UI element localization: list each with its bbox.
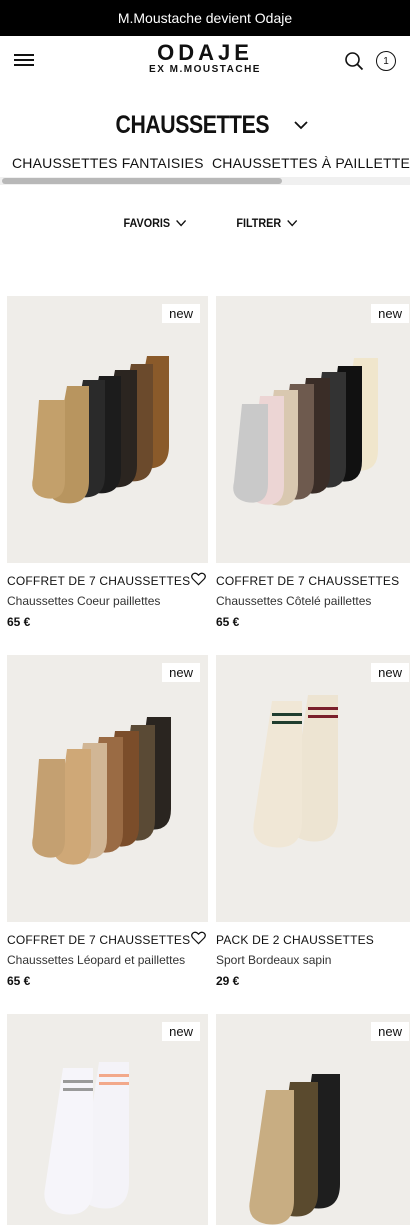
heart-icon[interactable] [191,931,206,945]
new-badge: new [371,1022,409,1041]
product-price: 65 € [7,974,31,988]
product-name-text: PACK DE 2 CHAUSSETTES [216,933,375,947]
product-description: Chaussettes Côtelé paillettes [216,594,372,608]
product-name-text: COFFRET DE 7 CHAUSSETTES [7,933,191,947]
filter-button[interactable]: FILTRER [236,216,297,230]
product-price: 65 € [7,615,31,629]
new-badge: new [162,1022,200,1041]
site-header: ODAJE EX M.MOUSTACHE 1 [0,36,410,84]
product-card[interactable]: new COFFRET DE 7 CHAUSSETTES Chaussettes… [7,296,208,629]
product-description: Sport Bordeaux sapin [216,953,332,967]
subcategory-nav: CHAUSSETTES FANTAISIES CHAUSSETTES À PAI… [0,150,410,186]
cart-count: 1 [383,55,389,67]
product-card[interactable]: new PACK DE 2 CHAUSSETTES Sport Bordeaux… [216,655,410,988]
socks-illustration [249,1074,340,1225]
socks-illustration [253,695,338,848]
product-name[interactable]: PACK DE 2 CHAUSSETTES [216,933,410,947]
product-image[interactable]: new [216,296,410,563]
new-badge: new [162,304,200,323]
chevron-down-icon [287,219,297,227]
new-badge: new [371,304,409,323]
product-card[interactable]: new [216,1014,410,1225]
product-description: Chaussettes Léopard et paillettes [7,953,186,967]
search-icon[interactable] [344,51,364,71]
new-badge: new [162,663,200,682]
subcategory-scrollbar[interactable] [0,177,410,185]
sort-button[interactable]: FAVORIS [123,216,186,230]
product-name-text: COFFRET DE 7 CHAUSSETTES [7,574,191,588]
product-card[interactable]: new [7,1014,208,1225]
announcement-banner: M.Moustache devient Odaje [0,0,410,36]
socks-illustration [32,717,171,865]
product-name-text: COFFRET DE 7 CHAUSSETTES [216,574,400,588]
product-image[interactable]: new [216,655,410,922]
product-price: 65 € [216,615,240,629]
product-card[interactable]: new COFFRET DE 7 CHAUSSETTES Chaussettes… [216,296,410,629]
filter-label: FILTRER [236,216,282,230]
product-card[interactable]: new COFFRET DE 7 CHAUSSETTES Chaussettes… [7,655,208,988]
product-name[interactable]: COFFRET DE 7 CHAUSSETTES [7,572,208,588]
chevron-down-icon [175,219,186,227]
product-image[interactable]: new [7,296,208,563]
page-title: CHAUSSETTES [115,110,269,139]
scrollbar-thumb[interactable] [2,178,282,184]
subcategory-paillettes[interactable]: CHAUSSETTES À PAILLETTES [212,155,410,171]
product-name[interactable]: COFFRET DE 7 CHAUSSETTES [216,574,410,588]
heart-icon[interactable] [191,572,206,586]
socks-illustration [44,1062,129,1215]
product-image[interactable]: new [7,1014,208,1225]
sort-label: FAVORIS [123,216,171,230]
chevron-down-icon [294,121,308,130]
product-image[interactable]: new [216,1014,410,1225]
socks-illustration [233,358,378,506]
cart-icon[interactable]: 1 [376,51,396,71]
filter-bar: FAVORIS FILTRER [0,204,410,244]
product-price: 29 € [216,974,240,988]
product-description: Chaussettes Coeur paillettes [7,594,161,608]
product-image[interactable]: new [7,655,208,922]
subcategory-fantaisies[interactable]: CHAUSSETTES FANTAISIES [12,155,204,171]
banner-text: M.Moustache devient Odaje [117,10,293,26]
product-name[interactable]: COFFRET DE 7 CHAUSSETTES [7,931,208,947]
category-selector[interactable]: CHAUSSETTES [0,110,410,140]
socks-illustration [32,356,169,504]
new-badge: new [371,663,409,682]
